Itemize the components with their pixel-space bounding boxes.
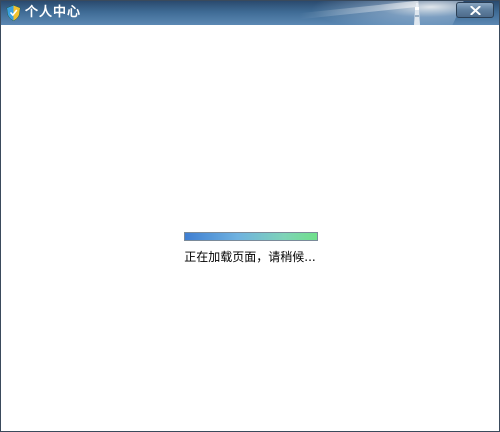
lighthouse-icon — [414, 3, 420, 25]
shield-icon — [6, 5, 21, 21]
content-area: 正在加载页面，请稍候... — [1, 25, 499, 431]
progress-fill — [185, 233, 317, 240]
app-window: 个人中心 正在加载页面，请稍候... — [0, 0, 500, 432]
loading-progress-bar — [184, 232, 318, 241]
close-icon — [470, 6, 481, 15]
loading-message: 正在加载页面，请稍候... — [184, 250, 316, 264]
title-bar[interactable]: 个人中心 — [1, 1, 499, 25]
close-button[interactable] — [456, 2, 494, 18]
window-title: 个人中心 — [25, 5, 82, 20]
